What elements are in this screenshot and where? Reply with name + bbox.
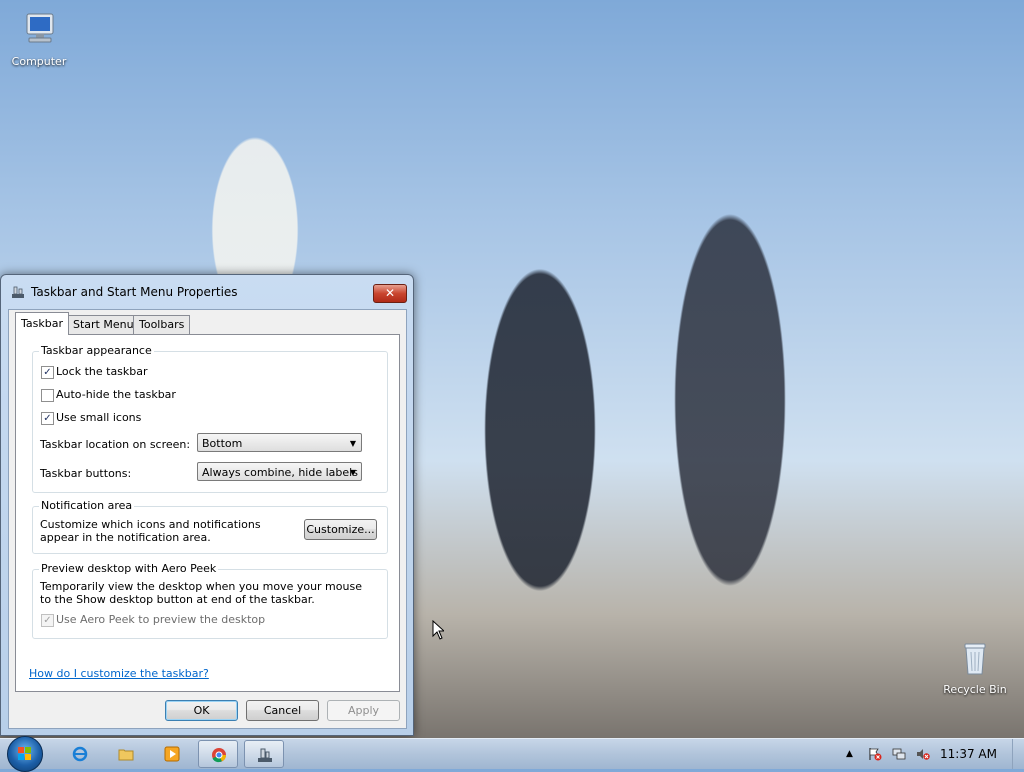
ok-button[interactable]: OK: [165, 700, 238, 721]
auto-hide-checkbox[interactable]: [41, 389, 54, 402]
checkmark-icon: ✓: [43, 367, 52, 378]
checkmark-icon: ✓: [43, 413, 52, 424]
taskbar-button-taskbar-properties[interactable]: [244, 740, 284, 768]
notification-description: Customize which icons and notifications …: [40, 518, 261, 544]
chrome-icon: [212, 748, 226, 763]
chevron-down-icon: ▼: [349, 468, 356, 477]
taskbar-button-media-player[interactable]: [152, 740, 192, 768]
start-button[interactable]: [7, 736, 43, 772]
mouse-cursor-icon: [432, 620, 444, 640]
volume-muted-icon[interactable]: [916, 747, 930, 761]
aero-peek-group: Preview desktop with Aero Peek Temporari…: [32, 562, 388, 639]
taskbar-properties-icon: [12, 286, 24, 298]
close-button[interactable]: ✕: [373, 284, 407, 303]
taskbar-properties-dialog: Taskbar and Start Menu Properties ✕ Task…: [0, 274, 414, 736]
network-icon[interactable]: [892, 747, 906, 761]
chevron-down-icon: ▼: [349, 439, 356, 448]
dialog-title: Taskbar and Start Menu Properties: [31, 285, 238, 299]
tab-label: Start Menu: [73, 318, 134, 331]
desktop-icon-label: Computer: [11, 55, 67, 68]
small-icons-label[interactable]: Use small icons: [56, 411, 141, 424]
close-icon: ✕: [384, 286, 396, 300]
dialog-client-area: Taskbar Start Menu Toolbars Taskbar appe…: [8, 309, 407, 729]
tab-toolbars[interactable]: Toolbars: [133, 315, 191, 334]
taskbar-buttons-label: Taskbar buttons:: [40, 467, 132, 480]
lock-taskbar-label[interactable]: Lock the taskbar: [56, 365, 148, 378]
taskbar-button-chrome[interactable]: [198, 740, 238, 768]
tab-label: Taskbar: [21, 317, 63, 330]
desktop-icon-computer[interactable]: Computer: [4, 10, 74, 68]
taskbar: ▲ 11:37 AM: [0, 736, 1024, 772]
aero-peek-description: Temporarily view the desktop when you mo…: [40, 580, 362, 606]
group-legend: Notification area: [39, 499, 135, 512]
tab-label: Toolbars: [139, 318, 185, 331]
media-player-icon: [164, 746, 180, 762]
windows-flag-icon: [18, 747, 31, 760]
taskbar-button-internet-explorer[interactable]: [60, 740, 100, 768]
system-clock[interactable]: 11:37 AM: [940, 747, 997, 761]
customize-button[interactable]: Customize...: [304, 519, 377, 540]
cancel-button[interactable]: Cancel: [246, 700, 319, 721]
location-select[interactable]: Bottom ▼: [197, 433, 362, 452]
location-select-value: Bottom: [202, 437, 243, 450]
aero-peek-checkbox[interactable]: ✓: [41, 614, 54, 627]
windows-explorer-icon: [118, 749, 134, 761]
tab-taskbar[interactable]: Taskbar: [15, 312, 69, 335]
taskbar-buttons-select-value: Always combine, hide labels: [202, 466, 358, 479]
show-desktop-button[interactable]: [1012, 739, 1024, 769]
computer-icon: [26, 13, 54, 43]
internet-explorer-icon: [72, 746, 88, 762]
dialog-titlebar[interactable]: Taskbar and Start Menu Properties ✕: [1, 275, 413, 309]
apply-button[interactable]: Apply: [327, 700, 400, 721]
group-legend: Preview desktop with Aero Peek: [39, 562, 219, 575]
location-label: Taskbar location on screen:: [40, 438, 191, 451]
taskbar-button-windows-explorer[interactable]: [106, 740, 146, 768]
recycle-bin-icon: [964, 643, 986, 675]
checkmark-icon: ✓: [43, 615, 52, 626]
desktop-icon-label: Recycle Bin: [943, 683, 1007, 696]
taskbar-buttons-select[interactable]: Always combine, hide labels ▼: [197, 462, 362, 481]
taskbar-properties-icon: [258, 748, 272, 762]
help-link[interactable]: How do I customize the taskbar?: [29, 667, 209, 680]
desktop-icon-recycle-bin[interactable]: Recycle Bin: [940, 638, 1010, 696]
show-hidden-icons-chevron[interactable]: ▲: [846, 747, 860, 761]
group-legend: Taskbar appearance: [39, 344, 154, 357]
aero-peek-label[interactable]: Use Aero Peek to preview the desktop: [56, 613, 265, 626]
taskbar-appearance-group: Taskbar appearance ✓ Lock the taskbar Au…: [32, 344, 388, 493]
tab-start-menu[interactable]: Start Menu: [67, 315, 140, 334]
lock-taskbar-checkbox[interactable]: ✓: [41, 366, 54, 379]
tab-panel-taskbar: Taskbar appearance ✓ Lock the taskbar Au…: [15, 334, 400, 692]
notification-area-group: Notification area Customize which icons …: [32, 499, 388, 554]
auto-hide-label[interactable]: Auto-hide the taskbar: [56, 388, 176, 401]
small-icons-checkbox[interactable]: ✓: [41, 412, 54, 425]
action-center-flag-icon[interactable]: [868, 747, 882, 761]
